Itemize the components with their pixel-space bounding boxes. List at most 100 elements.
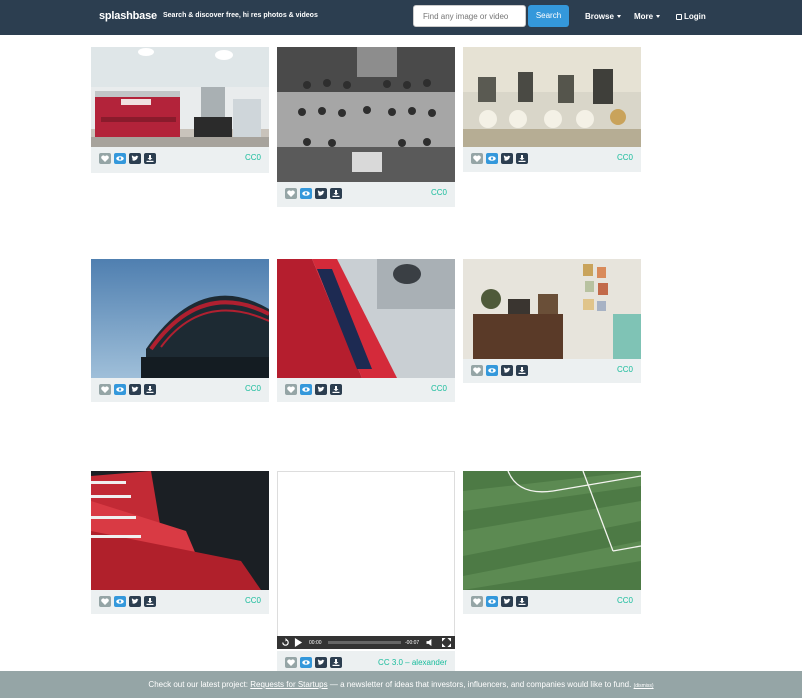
login-link[interactable]: Login <box>676 12 706 21</box>
license-link[interactable]: CC0 <box>617 365 633 374</box>
download-button[interactable] <box>516 153 528 164</box>
download-button[interactable] <box>144 596 156 607</box>
license-link[interactable]: CC0 <box>617 153 633 162</box>
photo-card: CC0 <box>91 259 269 402</box>
view-button[interactable] <box>114 384 126 395</box>
twitter-share-button[interactable] <box>315 657 327 668</box>
photo-thumbnail[interactable] <box>463 259 641 359</box>
twitter-share-button[interactable] <box>129 384 141 395</box>
download-button[interactable] <box>330 384 342 395</box>
twitter-share-button[interactable] <box>501 596 513 607</box>
license-link[interactable]: CC0 <box>617 596 633 605</box>
more-label: More <box>634 12 654 21</box>
download-icon <box>146 598 154 605</box>
loop-icon[interactable] <box>281 638 290 647</box>
more-menu[interactable]: More <box>634 12 661 21</box>
download-button[interactable] <box>330 657 342 668</box>
favorite-button[interactable] <box>471 153 483 164</box>
heart-icon <box>473 367 481 374</box>
favorite-button[interactable] <box>285 384 297 395</box>
download-button[interactable] <box>144 153 156 164</box>
download-button[interactable] <box>330 188 342 199</box>
download-button[interactable] <box>144 384 156 395</box>
eye-icon <box>302 190 310 197</box>
favorite-button[interactable] <box>99 596 111 607</box>
eye-icon <box>488 367 496 374</box>
license-link[interactable]: CC0 <box>431 384 447 393</box>
twitter-icon <box>131 598 139 605</box>
brand-logo[interactable]: splashbase <box>99 10 157 22</box>
download-icon <box>146 155 154 162</box>
download-icon <box>146 386 154 393</box>
twitter-share-button[interactable] <box>315 384 327 395</box>
twitter-icon <box>503 598 511 605</box>
twitter-icon <box>131 155 139 162</box>
eye-icon <box>488 155 496 162</box>
photo-thumbnail[interactable] <box>91 471 269 590</box>
photo-card: CC0 <box>463 47 641 172</box>
view-button[interactable] <box>114 153 126 164</box>
twitter-icon <box>317 659 325 666</box>
volume-icon[interactable] <box>426 639 434 646</box>
license-link[interactable]: CC0 <box>245 596 261 605</box>
requests-for-startups-link[interactable]: Requests for Startups <box>250 680 327 689</box>
navbar: splashbase Search & discover free, hi re… <box>0 0 802 35</box>
license-link[interactable]: CC0 <box>431 188 447 197</box>
view-button[interactable] <box>486 153 498 164</box>
license-link[interactable]: CC0 <box>245 384 261 393</box>
twitter-share-button[interactable] <box>129 596 141 607</box>
photo-thumbnail[interactable] <box>277 47 455 182</box>
photo-card: CC0 <box>277 47 455 207</box>
eye-icon <box>116 386 124 393</box>
card-toolbar: CC0 <box>463 590 641 614</box>
eye-icon <box>302 659 310 666</box>
browse-menu[interactable]: Browse <box>585 12 621 21</box>
view-button[interactable] <box>300 188 312 199</box>
favorite-button[interactable] <box>99 153 111 164</box>
license-link[interactable]: CC 3.0 <box>378 658 403 667</box>
photo-thumbnail[interactable] <box>463 47 641 147</box>
video-progress-bar[interactable] <box>328 641 401 644</box>
login-icon <box>676 14 682 20</box>
favorite-button[interactable] <box>285 188 297 199</box>
search-input[interactable] <box>413 5 526 27</box>
view-button[interactable] <box>486 596 498 607</box>
heart-icon <box>287 386 295 393</box>
favorite-button[interactable] <box>471 596 483 607</box>
favorite-button[interactable] <box>285 657 297 668</box>
favorite-button[interactable] <box>99 384 111 395</box>
view-button[interactable] <box>300 384 312 395</box>
video-player[interactable] <box>277 471 455 645</box>
twitter-share-button[interactable] <box>501 365 513 376</box>
eye-icon <box>488 598 496 605</box>
eye-icon <box>116 598 124 605</box>
author-link[interactable]: alexander <box>412 658 447 667</box>
card-toolbar: CC0 <box>91 590 269 614</box>
twitter-icon <box>131 386 139 393</box>
photo-thumbnail[interactable] <box>277 259 455 378</box>
twitter-share-button[interactable] <box>501 153 513 164</box>
download-button[interactable] <box>516 365 528 376</box>
download-button[interactable] <box>516 596 528 607</box>
tagline: Search & discover free, hi res photos & … <box>163 12 318 19</box>
photo-thumbnail[interactable] <box>463 471 641 590</box>
video-time-remaining: -00:07 <box>405 640 420 646</box>
heart-icon <box>473 155 481 162</box>
login-label: Login <box>684 12 706 21</box>
view-button[interactable] <box>300 657 312 668</box>
play-icon[interactable] <box>294 638 303 647</box>
license-link[interactable]: CC0 <box>245 153 261 162</box>
favorite-button[interactable] <box>471 365 483 376</box>
fullscreen-icon[interactable] <box>442 638 451 647</box>
dismiss-link[interactable]: (dismiss) <box>634 683 654 689</box>
search-button[interactable]: Search <box>528 5 569 27</box>
twitter-icon <box>503 367 511 374</box>
heart-icon <box>473 598 481 605</box>
twitter-share-button[interactable] <box>129 153 141 164</box>
photo-card: CC0 <box>463 471 641 614</box>
view-button[interactable] <box>486 365 498 376</box>
view-button[interactable] <box>114 596 126 607</box>
photo-thumbnail[interactable] <box>91 47 269 147</box>
photo-thumbnail[interactable] <box>91 259 269 378</box>
twitter-share-button[interactable] <box>315 188 327 199</box>
